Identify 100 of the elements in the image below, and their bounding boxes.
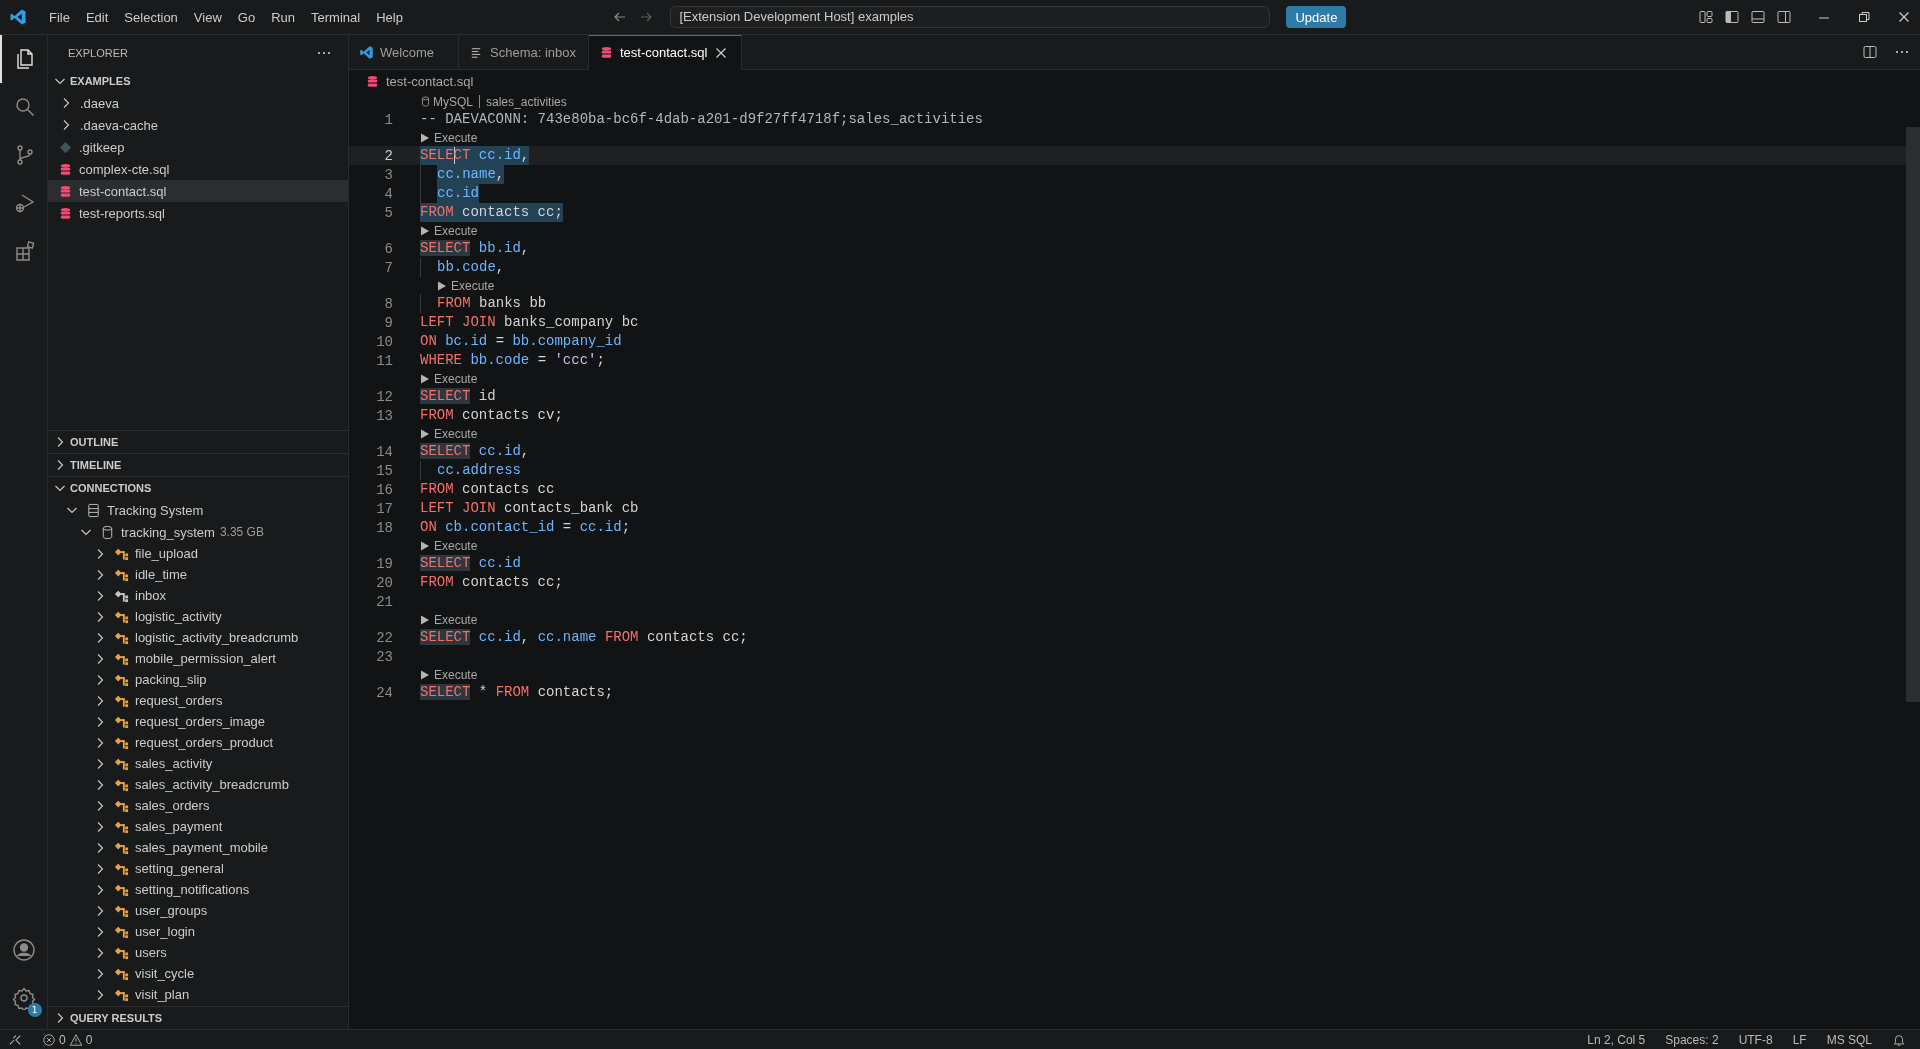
section-header[interactable]: QUERY RESULTS — [48, 1007, 348, 1029]
section-header[interactable]: OUTLINE — [48, 431, 348, 453]
tree-item[interactable]: visit_cycle — [48, 963, 348, 984]
tree-label: sales_activity — [135, 756, 213, 771]
play-icon[interactable] — [420, 669, 430, 680]
tree-label: tracking_system — [121, 524, 215, 540]
execute-lens[interactable]: Execute — [434, 612, 478, 627]
dialect-lens[interactable]: MySQL — [433, 94, 473, 109]
scrollbar[interactable] — [1906, 127, 1920, 702]
database-lens[interactable]: sales_activities — [486, 94, 567, 109]
breadcrumb-item[interactable]: test-contact.sql — [386, 73, 474, 89]
play-icon[interactable] — [420, 428, 430, 439]
tree-item[interactable]: file_upload — [48, 543, 348, 564]
tree-item[interactable]: Tracking System — [48, 499, 348, 521]
play-icon[interactable] — [420, 540, 430, 551]
explorer-item[interactable]: .daeva — [48, 92, 348, 114]
tree-item[interactable]: inbox — [48, 585, 348, 606]
tree-label: visit_plan — [135, 987, 190, 1002]
play-icon[interactable] — [420, 225, 430, 236]
tree-item[interactable]: setting_general — [48, 858, 348, 879]
tree-item[interactable]: packing_slip — [48, 669, 348, 690]
tree-item[interactable]: user_login — [48, 921, 348, 942]
menu-item[interactable]: Terminal — [303, 9, 369, 25]
tree-item[interactable]: user_groups — [48, 900, 348, 921]
explorer-item[interactable]: .daeva-cache — [48, 114, 348, 136]
line-number: 15 — [375, 462, 393, 479]
layout-icon[interactable] — [1698, 9, 1714, 25]
editor-tab[interactable]: test-contact.sql — [589, 34, 743, 70]
tree-item[interactable]: idle_time — [48, 564, 348, 585]
status-item[interactable]: UTF-8 — [1732, 1032, 1779, 1047]
tree-item[interactable]: sales_payment — [48, 816, 348, 837]
sidebar-toggle-icon[interactable] — [1724, 9, 1740, 25]
tree-item[interactable]: logistic_activity_breadcrumb — [48, 627, 348, 648]
account-icon[interactable] — [11, 938, 36, 962]
explorer-item[interactable]: test-reports.sql — [48, 202, 348, 224]
code-line: ON bc.id = bb.company_id — [420, 332, 622, 351]
tree-label: user_login — [135, 924, 195, 939]
status-item[interactable]: MS SQL — [1820, 1032, 1878, 1047]
play-icon[interactable] — [420, 614, 430, 625]
tree-item[interactable]: request_orders_product — [48, 732, 348, 753]
section-header[interactable]: CONNECTIONS — [48, 477, 348, 499]
execute-lens[interactable]: Execute — [434, 426, 478, 441]
tree-item[interactable]: sales_activity — [48, 753, 348, 774]
execute-lens[interactable]: Execute — [434, 667, 478, 682]
execute-lens[interactable]: Execute — [434, 130, 478, 145]
file-label: test-contact.sql — [79, 183, 167, 199]
restore-icon[interactable] — [1856, 9, 1872, 25]
menu-item[interactable]: File — [41, 9, 78, 25]
menu-item[interactable]: Run — [263, 9, 303, 25]
tree-label: Tracking System — [107, 502, 204, 518]
play-icon[interactable] — [420, 132, 430, 143]
tree-item[interactable]: visit_plan — [48, 984, 348, 1005]
code-line: LEFT JOIN contacts_bank cb — [420, 499, 639, 518]
remote-icon[interactable] — [8, 1032, 22, 1047]
menu-item[interactable]: Go — [229, 9, 264, 25]
tree-item[interactable]: setting_notifications — [48, 879, 348, 900]
execute-lens[interactable]: Execute — [434, 223, 478, 238]
code-line: ON cb.contact_id = cc.id; — [420, 518, 631, 537]
menu-item[interactable]: Selection — [116, 9, 186, 25]
code-line: SELECT cc.id, cc.name FROM contacts cc; — [420, 628, 748, 647]
line-number: 12 — [375, 388, 393, 405]
execute-lens[interactable]: Execute — [434, 371, 478, 386]
update-button[interactable]: Update — [1286, 6, 1347, 28]
tree-item[interactable]: request_orders_image — [48, 711, 348, 732]
menu-item[interactable]: View — [185, 9, 230, 25]
command-center-field[interactable]: [Extension Development Host] examples — [670, 6, 1271, 28]
code-line: WHERE bb.code = 'ccc'; — [420, 351, 605, 370]
tree-item[interactable]: request_orders — [48, 690, 348, 711]
section-header[interactable]: TIMELINE — [48, 454, 348, 476]
menu-item[interactable]: Edit — [77, 9, 117, 25]
bell-icon[interactable] — [1892, 1032, 1906, 1047]
tree-label: sales_activity_breadcrumb — [135, 777, 289, 792]
tree-item[interactable]: tracking_system 3.35 GB — [48, 521, 348, 543]
problems-button[interactable]: 0 0 — [42, 1032, 93, 1047]
explorer-item[interactable]: .gitkeep — [48, 136, 348, 158]
editor-tab[interactable]: Welcome — [349, 34, 459, 70]
tree-label: request_orders — [135, 693, 223, 708]
tree-label: user_groups — [135, 903, 208, 918]
split-editor-icon[interactable] — [1862, 44, 1878, 60]
tree-item[interactable]: sales_activity_breadcrumb — [48, 774, 348, 795]
panel-toggle-icon[interactable] — [1750, 9, 1766, 25]
menu-item[interactable]: Help — [368, 9, 411, 25]
explorer-item[interactable]: complex-cte.sql — [48, 158, 348, 180]
explorer-item[interactable]: test-contact.sql — [48, 180, 348, 202]
tree-item[interactable]: users — [48, 942, 348, 963]
status-item[interactable]: Spaces: 2 — [1659, 1032, 1725, 1047]
execute-lens[interactable]: Execute — [451, 278, 495, 293]
tree-item[interactable]: logistic_activity — [48, 606, 348, 627]
play-icon[interactable] — [420, 373, 430, 384]
line-number: 17 — [375, 500, 393, 517]
status-item[interactable]: Ln 2, Col 5 — [1581, 1032, 1652, 1047]
line-number: 1 — [383, 111, 393, 128]
section-header[interactable]: EXAMPLES — [48, 70, 348, 92]
execute-lens[interactable]: Execute — [434, 538, 478, 553]
tree-item[interactable]: mobile_permission_alert — [48, 648, 348, 669]
status-item[interactable]: LF — [1786, 1032, 1813, 1047]
secondary-sidebar-icon[interactable] — [1776, 9, 1792, 25]
tree-item[interactable]: sales_orders — [48, 795, 348, 816]
tree-item[interactable]: sales_payment_mobile — [48, 837, 348, 858]
play-icon[interactable] — [437, 280, 447, 291]
